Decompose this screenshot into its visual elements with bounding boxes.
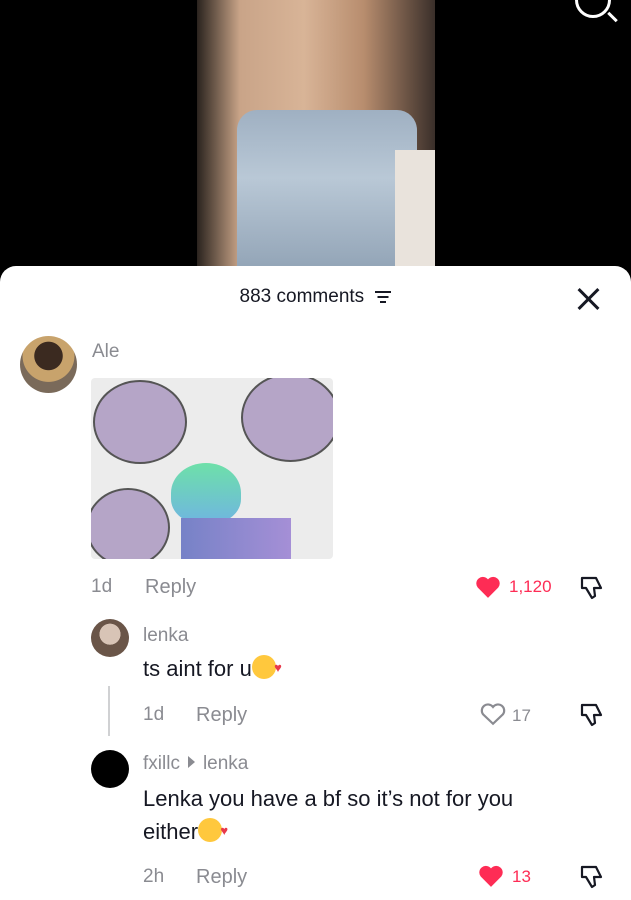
reply-button[interactable]: Reply: [196, 704, 247, 727]
comment-text-line: Lenka you have a bf so it’s not for you: [143, 786, 514, 811]
comment-username[interactable]: Ale: [92, 341, 119, 363]
video-player[interactable]: [0, 0, 631, 280]
comment-image[interactable]: [91, 378, 333, 559]
like-count: 1,120: [509, 577, 552, 596]
comment-age: 2h: [143, 866, 165, 887]
heart-icon[interactable]: [475, 575, 501, 599]
filter-icon[interactable]: [375, 291, 392, 303]
comment-text-body: either: [143, 819, 199, 844]
comment-text: Lenka you have a bf so it’s not for you …: [143, 782, 513, 848]
comment-text-line: either: [143, 814, 513, 848]
thought-bubble: [93, 380, 187, 464]
reply-button[interactable]: Reply: [196, 866, 247, 889]
character-head: [171, 463, 241, 523]
comment-username[interactable]: fxillc: [143, 753, 180, 774]
thread-line: [108, 686, 110, 736]
video-background: [395, 150, 435, 280]
dislike-icon[interactable]: [578, 862, 606, 890]
heart-icon[interactable]: [478, 864, 504, 888]
like-count: 13: [512, 867, 531, 886]
reply-to-username[interactable]: lenka: [203, 753, 248, 774]
comments-count-title: 883 comments: [239, 286, 365, 307]
dislike-icon[interactable]: [578, 573, 606, 601]
comments-sheet: 883 comments Ale 1d Reply 1,120 lenka ts…: [0, 266, 631, 900]
comment-text-body: ts aint for u: [143, 656, 252, 681]
reply-header: fxillc lenka: [143, 753, 248, 775]
reply-arrow-icon: [187, 756, 195, 768]
reply-button[interactable]: Reply: [145, 576, 196, 599]
character-body: [181, 518, 291, 559]
heart-outline-icon[interactable]: [480, 702, 506, 726]
avatar[interactable]: [91, 619, 129, 657]
like-count: 17: [512, 706, 531, 725]
video-content: [237, 110, 417, 280]
comments-header: 883 comments: [0, 286, 631, 308]
smiling-face-with-hearts-icon: [251, 651, 282, 684]
smiling-face-with-hearts-icon: [198, 814, 228, 847]
thought-bubble: [91, 488, 170, 559]
comment-age: 1d: [91, 576, 113, 597]
thought-bubble: [241, 378, 333, 462]
comment-age: 1d: [143, 704, 165, 725]
search-icon[interactable]: [575, 0, 611, 18]
avatar[interactable]: [20, 336, 77, 393]
comment-text: ts aint for u: [143, 651, 282, 685]
dislike-icon[interactable]: [578, 700, 606, 728]
avatar[interactable]: [91, 750, 129, 788]
close-icon[interactable]: [575, 286, 601, 312]
video-frame: [197, 0, 435, 280]
comment-username[interactable]: lenka: [143, 625, 188, 647]
